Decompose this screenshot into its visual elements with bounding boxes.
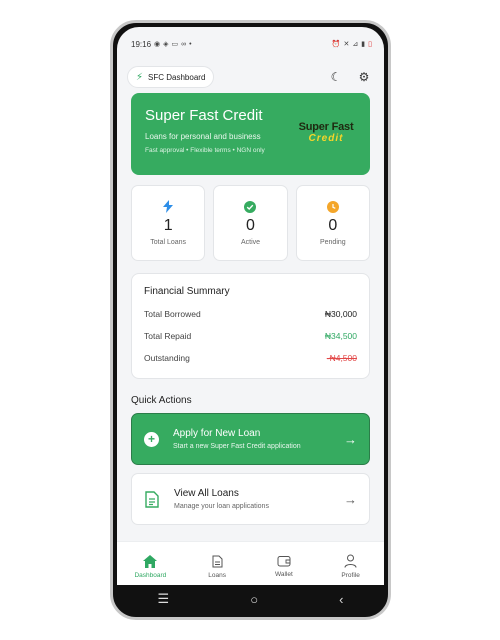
message-icon: ▭ bbox=[171, 41, 179, 48]
status-left: 19:16 ◉ ◈ ▭ ∞ • bbox=[131, 40, 192, 49]
recent-apps-icon[interactable]: ☰ bbox=[158, 591, 170, 607]
stat-value: 0 bbox=[246, 216, 255, 234]
battery-icon: ▯ bbox=[368, 41, 372, 48]
signal-4g-icon: ⊿ bbox=[352, 41, 359, 48]
signal-bars-icon: ▮ bbox=[361, 41, 366, 48]
back-icon[interactable]: ‹ bbox=[339, 592, 343, 607]
app-screen: 19:16 ◉ ◈ ▭ ∞ • ⏰ ✕ ⊿ ▮ ▯ ⚡ SFC Dashboar… bbox=[117, 27, 384, 613]
brand-logo: Super Fast Credit bbox=[294, 121, 358, 144]
nav-loans[interactable]: Loans bbox=[188, 555, 246, 579]
hero-banner: Super Fast Credit Loans for personal and… bbox=[131, 93, 370, 175]
stats-row: 1 Total Loans 0 Active 0 Pending bbox=[131, 185, 370, 261]
document-icon bbox=[144, 490, 160, 508]
moon-icon[interactable]: ☾ bbox=[326, 67, 346, 87]
summary-label: Outstanding bbox=[144, 353, 190, 363]
alarm-icon: ⏰ bbox=[331, 41, 341, 48]
user-icon bbox=[344, 554, 357, 568]
top-bar: ⚡ SFC Dashboard ☾ ⚙ bbox=[127, 65, 374, 89]
action-text: Apply for New Loan Start a new Super Fas… bbox=[173, 428, 344, 450]
plus-icon: + bbox=[144, 431, 159, 447]
status-bar: 19:16 ◉ ◈ ▭ ∞ • ⏰ ✕ ⊿ ▮ ▯ bbox=[117, 27, 384, 61]
wallet-icon bbox=[277, 556, 291, 567]
stat-value: 1 bbox=[163, 216, 173, 234]
summary-row: Outstanding -₦4,500 bbox=[144, 353, 357, 363]
action-text: View All Loans Manage your loan applicat… bbox=[174, 488, 344, 510]
top-actions: ☾ ⚙ bbox=[326, 67, 374, 87]
app-label: SFC Dashboard bbox=[148, 72, 206, 82]
summary-title: Financial Summary bbox=[144, 286, 230, 297]
summary-label: Total Repaid bbox=[144, 331, 192, 341]
stat-active: 0 Active bbox=[213, 185, 288, 261]
summary-value: -₦4,500 bbox=[326, 353, 357, 363]
summary-row: Total Repaid ₦34,500 bbox=[144, 331, 357, 341]
nav-profile[interactable]: Profile bbox=[322, 554, 380, 579]
stat-total-loans: 1 Total Loans bbox=[131, 185, 206, 261]
status-right: ⏰ ✕ ⊿ ▮ ▯ bbox=[332, 40, 372, 48]
mute-icon: ✕ bbox=[343, 41, 350, 48]
stat-value: 0 bbox=[328, 216, 338, 234]
stat-pending: 0 Pending bbox=[295, 185, 370, 261]
arrow-right-icon: → bbox=[344, 491, 357, 507]
quick-actions-title: Quick Actions bbox=[131, 395, 192, 406]
financial-summary-card: Financial Summary Total Borrowed ₦30,000… bbox=[131, 273, 370, 379]
apply-loan-button[interactable]: + Apply for New Loan Start a new Super F… bbox=[131, 413, 370, 465]
app-label-pill[interactable]: ⚡ SFC Dashboard bbox=[127, 66, 215, 88]
location-icon: ◈ bbox=[163, 41, 169, 48]
logo-line2: Credit bbox=[308, 133, 344, 144]
nav-label: Profile bbox=[341, 572, 360, 579]
bolt-icon bbox=[162, 200, 174, 213]
nav-label: Dashboard bbox=[134, 571, 167, 579]
whatsapp-icon: ◉ bbox=[154, 41, 161, 48]
summary-value: ₦30,000 bbox=[324, 309, 357, 319]
action-subtitle: Start a new Super Fast Credit applicatio… bbox=[173, 443, 301, 450]
summary-label: Total Borrowed bbox=[144, 309, 201, 319]
stat-label: Pending bbox=[319, 238, 346, 246]
home-circle-icon[interactable]: ○ bbox=[250, 592, 258, 607]
action-title: Apply for New Loan bbox=[173, 428, 261, 439]
stat-label: Total Loans bbox=[150, 238, 187, 246]
bottom-nav: Dashboard Loans Wallet Profile bbox=[117, 541, 384, 591]
home-icon bbox=[143, 554, 158, 568]
nav-dashboard[interactable]: Dashboard bbox=[121, 554, 179, 579]
clock-icon bbox=[326, 200, 339, 213]
nav-wallet[interactable]: Wallet bbox=[255, 555, 313, 578]
check-circle-icon bbox=[244, 200, 257, 213]
summary-value: ₦34,500 bbox=[324, 331, 357, 341]
glasses-icon: ∞ bbox=[181, 40, 187, 48]
hero-meta: Fast approval • Flexible terms • NGN onl… bbox=[145, 147, 265, 154]
dot-icon: • bbox=[189, 40, 192, 48]
arrow-right-icon: → bbox=[344, 431, 357, 447]
stat-label: Active bbox=[240, 238, 261, 246]
action-subtitle: Manage your loan applications bbox=[174, 503, 269, 510]
status-time: 19:16 bbox=[131, 39, 152, 49]
action-title: View All Loans bbox=[174, 488, 239, 499]
logo-line1: Super Fast bbox=[298, 121, 354, 133]
nav-label: Wallet bbox=[274, 571, 293, 578]
document-icon bbox=[212, 555, 223, 567]
system-nav-bar: ☰ ○ ‹ bbox=[117, 585, 384, 613]
view-loans-button[interactable]: View All Loans Manage your loan applicat… bbox=[131, 473, 370, 525]
phone-frame: 19:16 ◉ ◈ ▭ ∞ • ⏰ ✕ ⊿ ▮ ▯ ⚡ SFC Dashboar… bbox=[110, 20, 391, 620]
nav-label: Loans bbox=[208, 571, 226, 579]
summary-row: Total Borrowed ₦30,000 bbox=[144, 309, 357, 319]
bolt-icon: ⚡ bbox=[136, 71, 144, 83]
gear-icon[interactable]: ⚙ bbox=[354, 67, 374, 87]
